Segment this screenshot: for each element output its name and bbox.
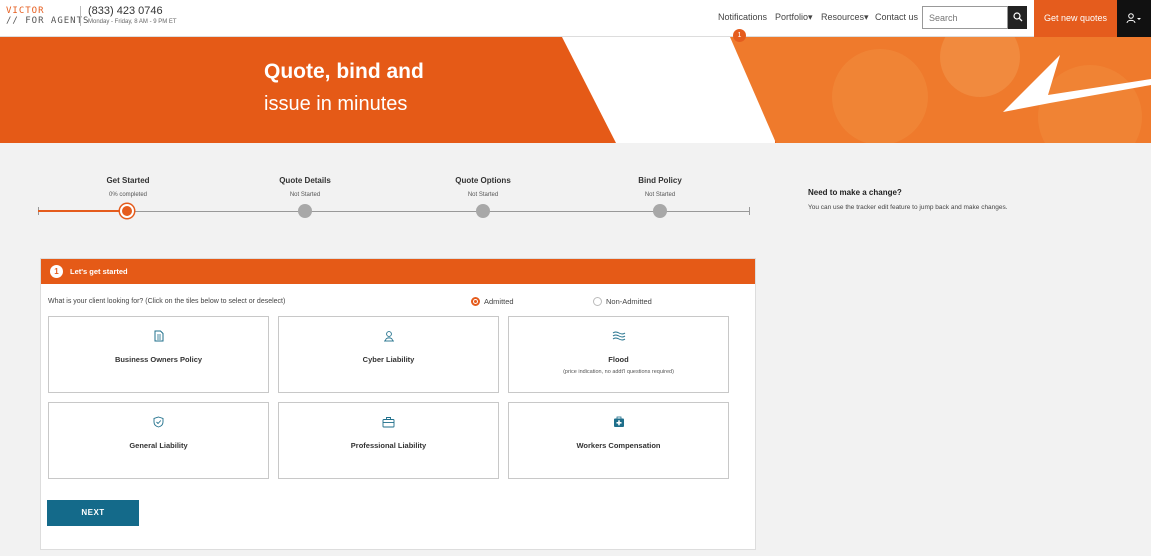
get-new-quotes-button[interactable]: Get new quotes [1034, 0, 1117, 37]
search-icon [1012, 12, 1022, 22]
tile-general-liability[interactable]: General Liability [48, 402, 269, 479]
get-started-card: 1 Let's get started What is your client … [40, 258, 756, 550]
tracker-dot[interactable] [653, 204, 667, 218]
nav-portfolio[interactable]: Portfolio▾ [775, 12, 813, 23]
change-help-text: You can use the tracker edit feature to … [808, 204, 1008, 211]
waves-icon [612, 331, 625, 341]
change-help-title: Need to make a change? [808, 188, 902, 197]
notifications-badge[interactable]: 1 [733, 29, 746, 42]
search-input[interactable] [923, 7, 1007, 28]
phone-number[interactable]: (833) 423 0746 [88, 5, 177, 17]
tracker-dot-active[interactable] [120, 204, 134, 218]
tile-flood[interactable]: Flood (price indication, no addt'l quest… [508, 316, 729, 393]
tile-label: Flood [608, 355, 629, 364]
tracker-line [38, 211, 750, 212]
tracker-step-name[interactable]: Quote Details [245, 176, 365, 185]
user-icon [1126, 12, 1141, 23]
tile-professional-liability[interactable]: Professional Liability [278, 402, 499, 479]
radio-label[interactable]: Admitted [484, 297, 514, 306]
tracker-step-status: Not Started [644, 192, 676, 198]
product-question: What is your client looking for? (Click … [48, 298, 286, 305]
business-hours: Monday - Friday, 8 AM - 9 PM ET [88, 19, 177, 25]
tracker-step-name[interactable]: Quote Options [423, 176, 543, 185]
tile-label: Workers Compensation [576, 441, 661, 450]
hero-graphic [562, 37, 1151, 143]
logo-line2: // FOR AGENTS [6, 16, 90, 26]
nav-contact-us[interactable]: Contact us [875, 12, 918, 22]
hero-subtitle: issue in minutes [264, 93, 408, 115]
tile-label: Cyber Liability [362, 355, 415, 364]
tile-label: General Liability [129, 441, 188, 450]
nav-resources[interactable]: Resources▾ [821, 12, 869, 23]
phone-info: (833) 423 0746 Monday - Friday, 8 AM - 9… [88, 5, 177, 25]
radio-button[interactable] [593, 297, 602, 306]
hero-banner: Quote, bind and issue in minutes [0, 37, 1151, 143]
tile-workers-compensation[interactable]: Workers Compensation [508, 402, 729, 479]
search-field[interactable] [922, 6, 1008, 29]
tile-label: Business Owners Policy [114, 355, 203, 364]
next-button[interactable]: NEXT [47, 500, 139, 526]
logo-line1: VICTOR [6, 6, 45, 16]
tracker-progress-fill [38, 210, 128, 212]
hero-title: Quote, bind and [264, 60, 424, 83]
nav-notifications[interactable]: Notifications [718, 12, 767, 22]
cyber-person-icon [383, 331, 394, 342]
tracker-step-status: 0% completed [108, 192, 148, 198]
briefcase-icon [382, 417, 395, 428]
logo-divider [80, 6, 81, 26]
search-button[interactable] [1008, 6, 1027, 29]
tracker-dot[interactable] [476, 204, 490, 218]
tracker-dot[interactable] [298, 204, 312, 218]
tile-cyber-liability[interactable]: Cyber Liability [278, 316, 499, 393]
top-nav: VICTOR // FOR AGENTS (833) 423 0746 Mond… [0, 0, 1151, 37]
step-number-badge: 1 [50, 265, 63, 278]
user-menu-button[interactable] [1117, 0, 1151, 37]
tile-business-owners-policy[interactable]: Business Owners Policy [48, 316, 269, 393]
document-icon [154, 330, 163, 342]
tracker-step-name[interactable]: Bind Policy [600, 176, 720, 185]
tracker-end-tick [749, 207, 750, 215]
tile-note: (price indication, no addt'l questions r… [563, 369, 674, 375]
tracker-step-status: Not Started [467, 192, 499, 198]
medical-kit-icon [613, 416, 624, 427]
radio-button[interactable] [471, 297, 480, 306]
card-header: 1 Let's get started [41, 259, 755, 284]
logo[interactable]: VICTOR // FOR AGENTS [6, 6, 89, 26]
shield-check-icon [153, 416, 164, 428]
tracker-step-status: Not Started [289, 192, 321, 198]
card-title: Let's get started [70, 267, 128, 276]
tracker-step-name[interactable]: Get Started [68, 176, 188, 185]
tile-label: Professional Liability [350, 441, 427, 450]
radio-label[interactable]: Non-Admitted [606, 297, 652, 306]
